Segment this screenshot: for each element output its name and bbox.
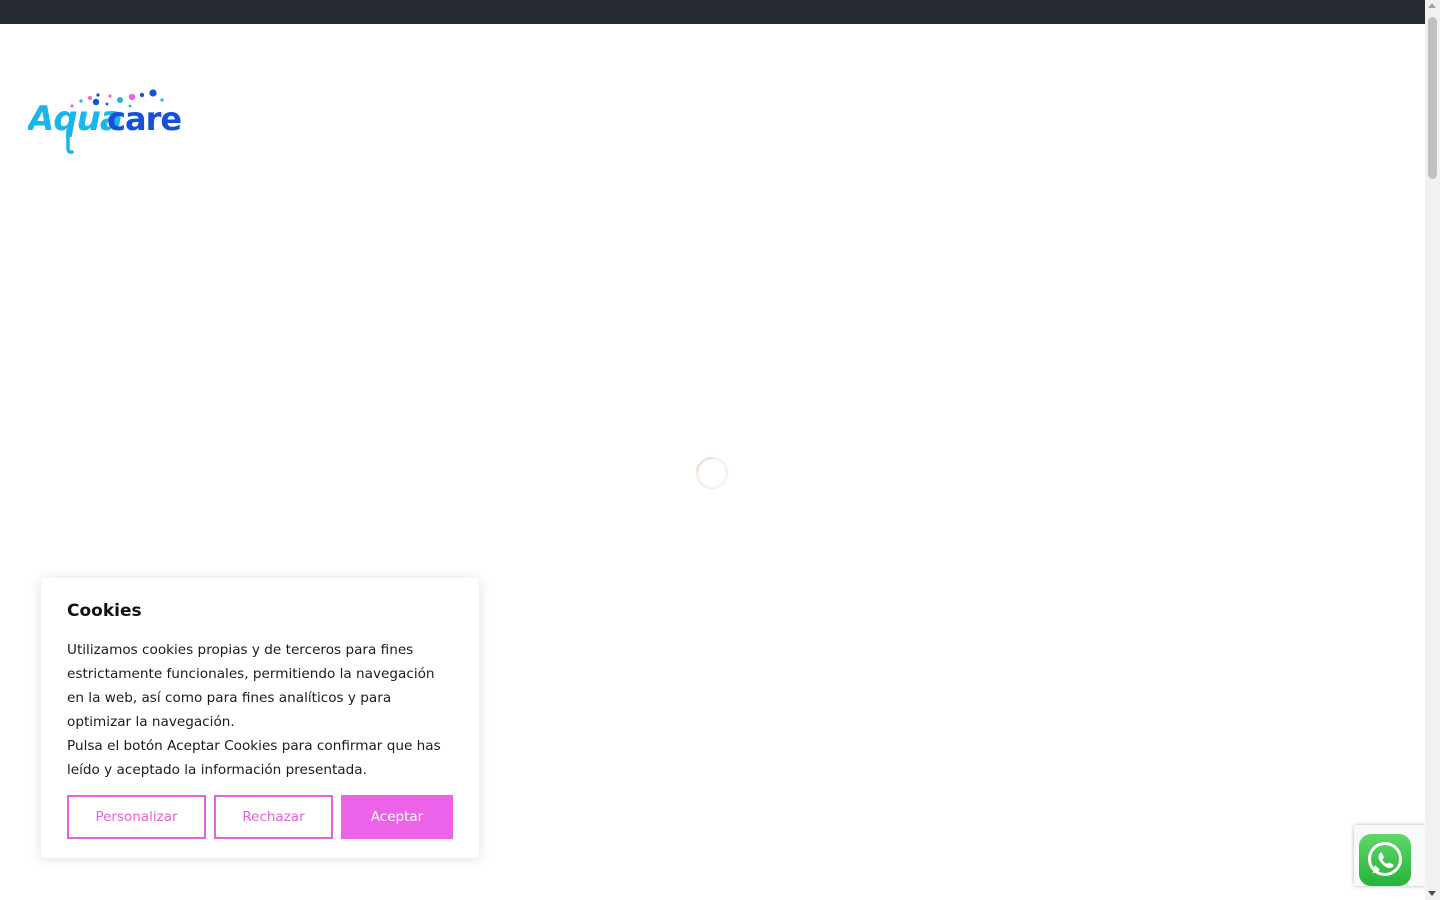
svg-text:care: care [107, 100, 181, 138]
reject-cookies-button[interactable]: Rechazar [214, 795, 333, 839]
customize-cookies-button[interactable]: Personalizar [67, 795, 206, 839]
aquacare-logo-icon: Aqua care [25, 89, 182, 154]
scrollbar-thumb[interactable] [1428, 17, 1437, 179]
loading-spinner-icon [695, 456, 729, 490]
cookie-banner-description: Utilizamos cookies propias y de terceros… [67, 642, 435, 730]
scroll-up-arrow-icon[interactable] [1428, 3, 1436, 8]
cookie-banner-title: Cookies [67, 601, 142, 621]
cookie-banner-instruction: Pulsa el botón Aceptar Cookies para conf… [67, 738, 441, 778]
top-bar [0, 0, 1425, 24]
whatsapp-chat-button[interactable] [1359, 834, 1411, 886]
cookie-consent-banner: Cookies Utilizamos cookies propias y de … [41, 578, 479, 858]
page-scrollbar[interactable] [1425, 0, 1440, 900]
cookie-banner-actions: Personalizar Rechazar Aceptar [67, 795, 453, 839]
site-logo[interactable]: Aqua care [25, 80, 184, 158]
whatsapp-icon [1359, 834, 1411, 886]
accept-cookies-button[interactable]: Aceptar [341, 795, 453, 839]
scroll-down-arrow-icon[interactable] [1428, 891, 1436, 896]
